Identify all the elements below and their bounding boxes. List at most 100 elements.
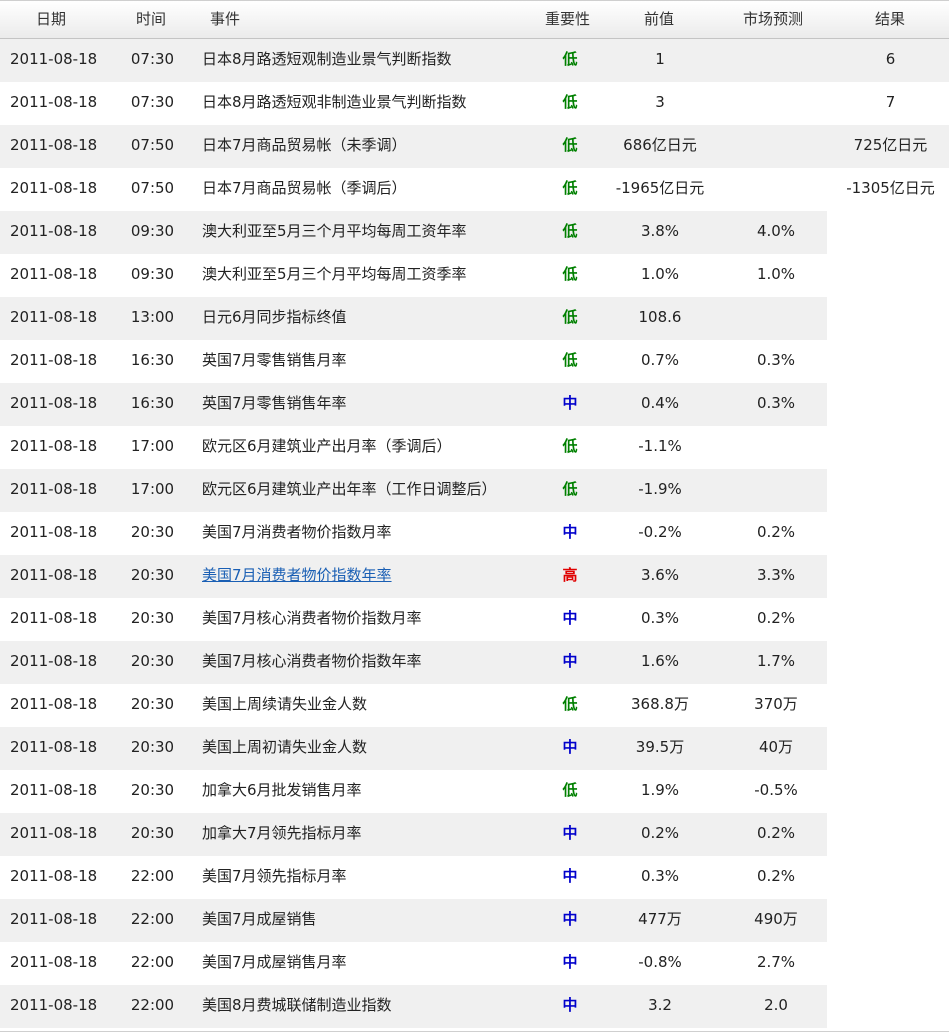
cell-date: 2011-08-18 [10,695,98,713]
table-row[interactable]: 2011-08-18 17:00 欧元区6月建筑业产出年率（工作日调整后） 低 -1.9… [0,469,949,512]
cell-previous: 0.2% [640,824,680,842]
cell-actual: 725亿日元 [853,136,928,154]
cell-forecast: 0.2% [756,609,796,627]
table-header: 日期 时间 事件 重要性 前值 市场预测 结果 [0,0,949,39]
table-row[interactable]: 2011-08-18 20:30 加拿大7月领先指标月率 中 0.2% 0.2% [0,813,949,856]
cell-actual: 6 [885,50,896,68]
table-row[interactable]: 2011-08-18 20:30 美国7月核心消费者物价指数年率 中 1.6% 1.7% [0,641,949,684]
cell-importance: 中 [562,523,578,541]
cell-date: 2011-08-18 [10,738,98,756]
table-row[interactable]: 2011-08-18 22:00 美国7月成屋销售月率 中 -0.8% 2.7% [0,942,949,985]
cell-event: 美国上周续请失业金人数 [202,695,368,713]
cell-previous: 1 [655,50,665,68]
table-row[interactable]: 2011-08-18 07:50 日本7月商品贸易帐（季调后） 低 -1965亿日元 -1… [0,168,949,211]
cell-time: 22:00 [130,996,175,1014]
cell-importance: 低 [562,351,578,369]
cell-previous: 39.5万 [635,738,685,756]
cell-forecast: -0.5% [754,781,798,799]
cell-time: 20:30 [130,523,175,541]
cell-forecast: 0.2% [756,824,796,842]
cell-time: 20:30 [130,609,175,627]
cell-forecast [720,168,832,211]
cell-importance: 低 [562,179,578,197]
cell-time: 07:50 [130,136,175,154]
cell-actual [832,340,949,383]
table-row[interactable]: 2011-08-18 17:00 欧元区6月建筑业产出月率（季调后） 低 -1.1% [0,426,949,469]
cell-event: 美国上周初请失业金人数 [202,738,368,756]
cell-date: 2011-08-18 [10,308,98,326]
cell-forecast: 3.3% [756,566,796,584]
cell-event: 美国7月成屋销售月率 [202,953,347,971]
event-link[interactable]: 美国7月消费者物价指数年率 [202,566,392,584]
cell-forecast: 4.0% [756,222,796,240]
cell-event: 欧元区6月建筑业产出月率（季调后） [202,437,452,455]
cell-event: 日本8月路透短观制造业景气判断指数 [202,50,452,68]
header-time: 时间 [136,10,167,28]
cell-previous: 686亿日元 [623,136,697,154]
table-row[interactable]: 2011-08-18 07:30 日本8月路透短观非制造业景气判断指数 低 3 7 [0,82,949,125]
cell-actual [832,426,949,469]
table-row[interactable]: 2011-08-18 07:30 日本8月路透短观制造业景气判断指数 低 1 6 [0,39,949,82]
cell-event: 美国7月核心消费者物价指数年率 [202,652,422,670]
cell-actual [832,899,949,942]
cell-forecast [720,82,832,125]
cell-date: 2011-08-18 [10,265,98,283]
table-row[interactable]: 2011-08-18 20:30 美国上周续请失业金人数 低 368.8万 370万 [0,684,949,727]
cell-date: 2011-08-18 [10,179,98,197]
cell-actual [832,641,949,684]
cell-previous: 3.2 [648,996,672,1014]
cell-date: 2011-08-18 [10,523,98,541]
cell-importance: 中 [562,867,578,885]
table-row[interactable]: 2011-08-18 13:00 日元6月同步指标终值 低 108.6 [0,297,949,340]
cell-forecast: 1.0% [756,265,796,283]
cell-time: 07:30 [130,50,175,68]
cell-date: 2011-08-18 [10,566,98,584]
cell-importance: 中 [562,824,578,842]
cell-actual: -1305亿日元 [846,179,935,197]
cell-forecast: 2.7% [756,953,796,971]
cell-previous: 1.0% [640,265,680,283]
cell-importance: 中 [562,953,578,971]
table-row[interactable]: 2011-08-18 20:30 美国7月消费者物价指数月率 中 -0.2% 0.2% [0,512,949,555]
cell-time: 07:30 [130,93,175,111]
header-forecast: 市场预测 [743,10,804,28]
cell-previous: 3.6% [640,566,680,584]
table-row[interactable]: 2011-08-18 22:00 美国7月领先指标月率 中 0.3% 0.2% [0,856,949,899]
cell-actual [832,813,949,856]
cell-actual: 7 [885,93,896,111]
cell-time: 22:00 [130,867,175,885]
cell-importance: 低 [562,781,578,799]
cell-time: 17:00 [130,437,175,455]
cell-time: 16:30 [130,351,175,369]
cell-event: 澳大利亚至5月三个月平均每周工资年率 [202,222,467,240]
cell-previous: 0.3% [640,867,680,885]
cell-importance: 低 [562,50,578,68]
cell-actual [832,856,949,899]
cell-actual [832,512,949,555]
table-row[interactable]: 2011-08-18 09:30 澳大利亚至5月三个月平均每周工资年率 低 3.8% 4.… [0,211,949,254]
cell-date: 2011-08-18 [10,351,98,369]
cell-event: 美国7月消费者物价指数月率 [202,523,392,541]
table-row[interactable]: 2011-08-18 22:00 美国8月费城联储制造业指数 中 3.2 2.0 [0,985,949,1028]
table-row[interactable]: 2011-08-18 16:30 英国7月零售销售月率 低 0.7% 0.3% [0,340,949,383]
cell-forecast [720,125,832,168]
cell-previous: -1.9% [638,480,682,498]
cell-actual [832,598,949,641]
cell-event: 日本8月路透短观非制造业景气判断指数 [202,93,467,111]
table-row[interactable]: 2011-08-18 20:30 美国上周初请失业金人数 中 39.5万 40万 [0,727,949,770]
table-row[interactable]: 2011-08-18 09:30 澳大利亚至5月三个月平均每周工资季率 低 1.0% 1.… [0,254,949,297]
cell-previous: -0.2% [638,523,682,541]
cell-time: 09:30 [130,265,175,283]
table-row[interactable]: 2011-08-18 20:30 美国7月核心消费者物价指数月率 中 0.3% 0.2% [0,598,949,641]
cell-previous: -1965亿日元 [615,179,705,197]
table-row[interactable]: 2011-08-18 16:30 英国7月零售销售年率 中 0.4% 0.3% [0,383,949,426]
cell-time: 16:30 [130,394,175,412]
table-row[interactable]: 2011-08-18 20:30 加拿大6月批发销售月率 低 1.9% -0.5% [0,770,949,813]
cell-date: 2011-08-18 [10,394,98,412]
table-row[interactable]: 2011-08-18 20:30 美国7月消费者物价指数年率 高 3.6% 3.3% [0,555,949,598]
table-row[interactable]: 2011-08-18 07:50 日本7月商品贸易帐（未季调） 低 686亿日元 725亿… [0,125,949,168]
cell-actual [832,942,949,985]
cell-time: 20:30 [130,738,175,756]
cell-date: 2011-08-18 [10,222,98,240]
table-row[interactable]: 2011-08-18 22:00 美国7月成屋销售 中 477万 490万 [0,899,949,942]
